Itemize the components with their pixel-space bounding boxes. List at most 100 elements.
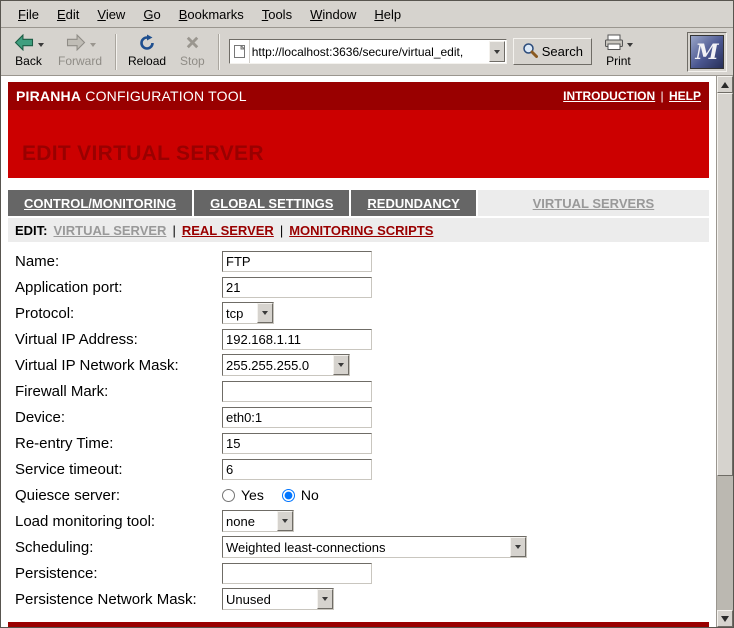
page-icon xyxy=(230,40,250,63)
select-arrow-button xyxy=(277,511,293,531)
tab-virtual-servers[interactable]: VIRTUAL SERVERS xyxy=(478,190,709,216)
menu-item-help[interactable]: Help xyxy=(365,3,410,26)
browser-content: PIRANHA CONFIGURATION TOOL INTRODUCTION … xyxy=(1,76,733,627)
vip-netmask-select[interactable]: 255.255.255.0 xyxy=(222,354,350,376)
select-arrow-button xyxy=(510,537,526,557)
form-row-persistence-netmask: Persistence Network Mask: Unused xyxy=(15,586,709,612)
tab-redundancy[interactable]: REDUNDANCY xyxy=(351,190,475,216)
piranha-page: PIRANHA CONFIGURATION TOOL INTRODUCTION … xyxy=(1,76,716,627)
scroll-up-button[interactable] xyxy=(717,76,733,93)
menu-item-go[interactable]: Go xyxy=(134,3,169,26)
persistence-netmask-label: Persistence Network Mask: xyxy=(15,591,222,608)
mozilla-logo[interactable]: M xyxy=(687,32,727,72)
search-button[interactable]: Search xyxy=(513,38,592,65)
subnav-bar: EDIT: VIRTUAL SERVER | REAL SERVER | MON… xyxy=(8,218,709,242)
form-row-quiesce: Quiesce server: Yes No xyxy=(15,482,709,508)
forward-label: Forward xyxy=(58,55,102,68)
form-row-virtual-ip: Virtual IP Address: xyxy=(15,326,709,352)
menu-item-view[interactable]: View xyxy=(88,3,134,26)
subnav-real-server-link[interactable]: REAL SERVER xyxy=(182,223,274,238)
application-port-input[interactable] xyxy=(222,277,372,298)
reload-label: Reload xyxy=(128,55,166,68)
back-dropdown-icon[interactable] xyxy=(38,43,44,47)
scrollbar-thumb[interactable] xyxy=(717,93,733,476)
chevron-down-icon xyxy=(322,597,328,601)
bottom-red-bar xyxy=(8,622,709,627)
forward-button: Forward xyxy=(52,32,108,71)
back-label: Back xyxy=(15,55,42,68)
print-dropdown-icon[interactable] xyxy=(627,43,633,47)
arrow-up-icon xyxy=(721,82,729,88)
protocol-label: Protocol: xyxy=(15,305,222,322)
scrollbar-track[interactable] xyxy=(717,93,733,610)
menu-item-edit[interactable]: Edit xyxy=(48,3,88,26)
toolbar-separator xyxy=(115,34,117,70)
back-button[interactable]: Back xyxy=(7,32,50,71)
brand-title: PIRANHA CONFIGURATION TOOL xyxy=(16,88,247,104)
firewall-mark-input[interactable] xyxy=(222,381,372,402)
tab-bar: CONTROL/MONITORING GLOBAL SETTINGS REDUN… xyxy=(8,190,709,216)
device-input[interactable] xyxy=(222,407,372,428)
vertical-scrollbar[interactable] xyxy=(716,76,733,627)
subnav-separator: | xyxy=(280,223,283,238)
help-link[interactable]: HELP xyxy=(669,89,701,103)
persistence-netmask-select[interactable]: Unused xyxy=(222,588,334,610)
form-row-device: Device: xyxy=(15,404,709,430)
menu-bar: File Edit View Go Bookmarks Tools Window… xyxy=(1,1,733,28)
form-row-service-timeout: Service timeout: xyxy=(15,456,709,482)
service-timeout-label: Service timeout: xyxy=(15,461,222,478)
back-arrow-icon xyxy=(13,34,35,56)
form-row-vip-netmask: Virtual IP Network Mask: 255.255.255.0 xyxy=(15,352,709,378)
print-icon xyxy=(604,34,624,56)
quiesce-radio-group: Yes No xyxy=(222,487,319,503)
menu-item-bookmarks[interactable]: Bookmarks xyxy=(170,3,253,26)
chevron-down-icon xyxy=(338,363,344,367)
quiesce-yes-radio[interactable] xyxy=(222,489,235,502)
name-label: Name: xyxy=(15,253,222,270)
vip-netmask-label: Virtual IP Network Mask: xyxy=(15,357,222,374)
tab-control-monitoring[interactable]: CONTROL/MONITORING xyxy=(8,190,192,216)
reload-button[interactable]: Reload xyxy=(122,32,172,71)
form-row-persistence: Persistence: xyxy=(15,560,709,586)
subnav-separator: | xyxy=(172,223,175,238)
persistence-input[interactable] xyxy=(222,563,372,584)
virtual-ip-label: Virtual IP Address: xyxy=(15,331,222,348)
page-title: EDIT VIRTUAL SERVER xyxy=(22,142,264,166)
form-row-firewall-mark: Firewall Mark: xyxy=(15,378,709,404)
chevron-down-icon xyxy=(262,311,268,315)
load-monitoring-select[interactable]: none xyxy=(222,510,294,532)
url-bar[interactable] xyxy=(229,39,507,64)
scheduling-select-value: Weighted least-connections xyxy=(223,540,510,555)
menu-item-tools[interactable]: Tools xyxy=(253,3,301,26)
form-row-reentry-time: Re-entry Time: xyxy=(15,430,709,456)
tab-global-settings[interactable]: GLOBAL SETTINGS xyxy=(194,190,349,216)
service-timeout-input[interactable] xyxy=(222,459,372,480)
menu-item-file[interactable]: File xyxy=(9,3,48,26)
arrow-down-icon xyxy=(721,616,729,622)
stop-icon xyxy=(184,34,201,56)
print-label: Print xyxy=(606,55,631,68)
quiesce-no-radio[interactable] xyxy=(282,489,295,502)
search-icon xyxy=(522,42,538,61)
subnav-monitoring-scripts-link[interactable]: MONITORING SCRIPTS xyxy=(289,223,433,238)
scheduling-select[interactable]: Weighted least-connections xyxy=(222,536,527,558)
brand-rest: CONFIGURATION TOOL xyxy=(81,88,247,104)
forward-arrow-icon xyxy=(65,34,87,56)
select-arrow-button xyxy=(317,589,333,609)
chevron-down-icon xyxy=(282,519,288,523)
application-port-label: Application port: xyxy=(15,279,222,296)
stop-label: Stop xyxy=(180,55,205,68)
url-input[interactable] xyxy=(250,40,489,63)
print-button[interactable]: Print xyxy=(598,32,639,71)
protocol-select[interactable]: tcp xyxy=(222,302,274,324)
select-arrow-button xyxy=(333,355,349,375)
reentry-time-input[interactable] xyxy=(222,433,372,454)
scroll-down-button[interactable] xyxy=(717,610,733,627)
name-input[interactable] xyxy=(222,251,372,272)
forward-dropdown-icon xyxy=(90,43,96,47)
form-row-protocol: Protocol: tcp xyxy=(15,300,709,326)
menu-item-window[interactable]: Window xyxy=(301,3,365,26)
url-dropdown-button[interactable] xyxy=(489,41,505,62)
virtual-ip-input[interactable] xyxy=(222,329,372,350)
introduction-link[interactable]: INTRODUCTION xyxy=(563,89,655,103)
